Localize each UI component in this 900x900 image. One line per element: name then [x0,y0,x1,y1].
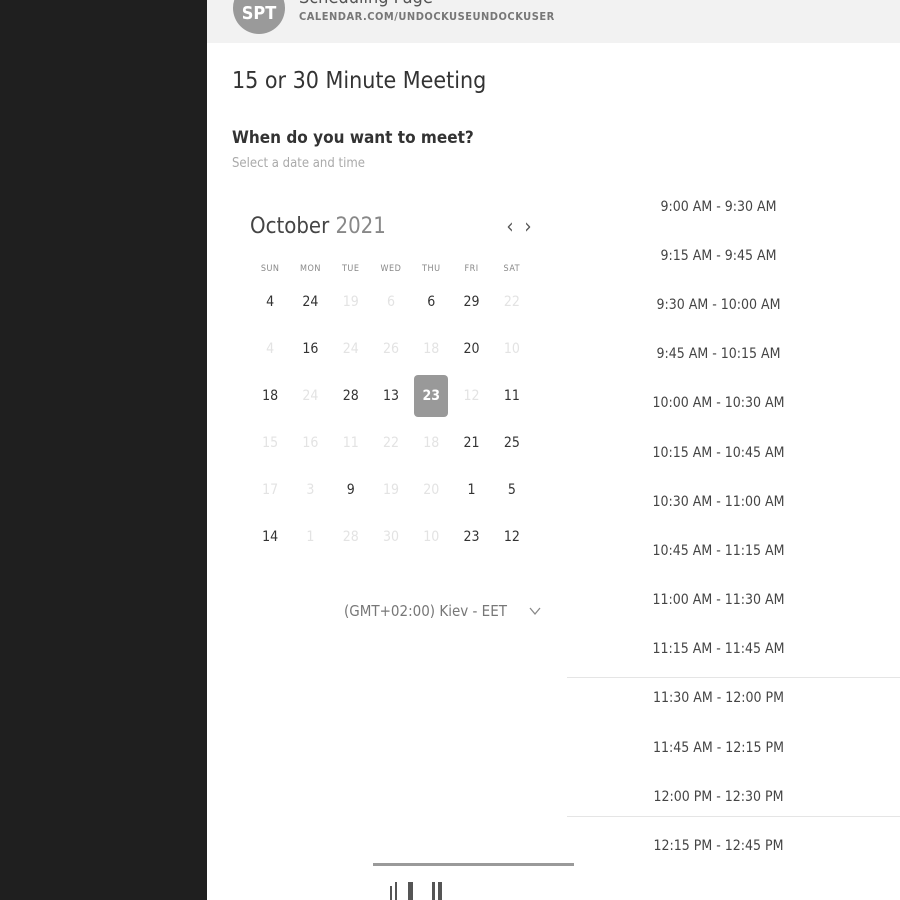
calendar-month-label: October 2021 [250,214,386,239]
calendar-day-disabled: 22 [503,293,520,310]
calendar-day[interactable]: 24 [290,278,330,325]
time-slot[interactable]: 11:45 AM - 12:15 PM [567,723,900,772]
weekday-label: FRI [464,264,479,274]
calendar-day[interactable]: 14 [250,513,290,560]
calendar-day[interactable]: 20 [451,325,491,372]
weekday-label: MON [299,264,321,274]
weekday-label: WED [380,264,402,274]
avatar: SPT [233,0,285,34]
calendar-day[interactable]: 21 [451,419,491,466]
scheduling-panel: SPT Scheduling Page CALENDAR.COM/UNDOCKU… [207,0,900,900]
month-name: October [250,214,330,239]
calendar-day-disabled: 24 [342,340,359,357]
chevron-left-icon[interactable]: ‹ [502,214,518,238]
calendar-day[interactable]: 13 [371,372,411,419]
calendar-day-disabled: 30 [382,528,399,545]
calendar-day[interactable]: 29 [451,278,491,325]
time-slot[interactable]: 10:15 AM - 10:45 AM [567,428,900,477]
meeting-hint: Select a date and time [232,156,365,171]
time-slot[interactable]: 10:30 AM - 11:00 AM [567,477,900,526]
calendar-week-row: 18 24 28 13 23 12 11 [250,372,532,419]
loading-bars-icon [390,880,470,900]
calendar-day-disabled: 3 [306,481,315,498]
time-slot[interactable]: 9:00 AM - 9:30 AM [567,182,900,231]
calendar-day-disabled: 16 [302,434,319,451]
calendar-day-disabled: 1 [306,528,315,545]
chevron-right-icon[interactable]: › [520,214,536,238]
time-slot[interactable]: 10:45 AM - 11:15 AM [567,526,900,575]
weekday-label: TUE [341,264,360,274]
calendar-week-row: 17 3 9 19 20 1 5 [250,466,532,513]
calendar-day-disabled: 18 [423,340,440,357]
calendar-day[interactable]: 12 [492,513,532,560]
page-title: Scheduling Page [299,0,433,8]
calendar-week-row: 15 16 11 22 18 21 25 [250,419,532,466]
time-slot-list: 9:00 AM - 9:30 AM 9:15 AM - 9:45 AM 9:30 A… [567,182,900,871]
calendar-day-disabled: 18 [423,434,440,451]
time-slot[interactable]: 11:30 AM - 12:00 PM [567,674,900,723]
calendar-day-disabled: 26 [382,340,399,357]
meeting-question: When do you want to meet? [232,128,474,148]
weekday-header: SUN MON TUE WED THU FRI SAT [250,264,532,274]
time-slot[interactable]: 11:15 AM - 11:45 AM [567,625,900,674]
calendar-day[interactable]: 16 [290,325,330,372]
selected-day-label[interactable]: 23 [414,374,449,417]
calendar-day-disabled: 15 [262,434,279,451]
calendar-day-disabled: 10 [503,340,520,357]
calendar-week-row: 14 1 28 30 10 23 12 [250,513,532,560]
calendar-day[interactable]: 9 [331,466,371,513]
calendar-day-disabled: 10 [423,528,440,545]
horizontal-scrollbar[interactable] [373,863,574,866]
weekday-label: THU [422,264,441,274]
calendar-day[interactable]: 4 [250,278,290,325]
calendar-grid: 4 24 19 6 6 29 22 4 16 24 26 18 20 10 18 24 28 13 23 12 11 15… [250,278,532,560]
timezone-select[interactable]: (GMT+02:00) Kiev - EET [344,602,507,620]
meeting-title: 15 or 30 Minute Meeting [232,68,487,94]
calendar-day[interactable]: 23 [451,513,491,560]
time-slot[interactable]: 11:00 AM - 11:30 AM [567,576,900,625]
page-header: SPT Scheduling Page CALENDAR.COM/UNDOCKU… [207,0,900,43]
calendar-week-row: 4 24 19 6 6 29 22 [250,278,532,325]
calendar-day[interactable]: 5 [492,466,532,513]
calendar-day-disabled: 6 [386,293,395,310]
time-slot[interactable]: 9:45 AM - 10:15 AM [567,330,900,379]
time-slot[interactable]: 12:15 PM - 12:45 PM [567,821,900,870]
calendar-week-row: 4 16 24 26 18 20 10 [250,325,532,372]
calendar-day-disabled: 28 [342,528,359,545]
calendar-day[interactable]: 11 [492,372,532,419]
time-slot[interactable]: 12:00 PM - 12:30 PM [567,772,900,821]
time-slot[interactable]: 9:15 AM - 9:45 AM [567,231,900,280]
calendar-day[interactable]: 6 [411,278,451,325]
calendar-day-disabled: 12 [463,387,480,404]
time-slot[interactable]: 10:00 AM - 10:30 AM [567,379,900,428]
calendar-day[interactable]: 28 [331,372,371,419]
calendar-day-disabled: 17 [262,481,279,498]
page-url: CALENDAR.COM/UNDOCKUSEUNDOCKUSER [299,10,555,23]
time-slot[interactable]: 9:30 AM - 10:00 AM [567,280,900,329]
calendar-day-disabled: 4 [266,340,275,357]
dark-sidebar [0,0,207,900]
calendar-day[interactable]: 1 [451,466,491,513]
year-name: 2021 [335,214,386,239]
weekday-label: SAT [503,264,521,274]
calendar-day[interactable]: 18 [250,372,290,419]
calendar-day-disabled: 20 [423,481,440,498]
calendar-day[interactable]: 25 [492,419,532,466]
weekday-label: SUN [260,264,280,274]
calendar-day-disabled: 19 [342,293,359,310]
calendar-day-selected[interactable]: 23 [411,372,451,419]
chevron-down-icon[interactable] [528,604,542,618]
calendar-day-disabled: 24 [302,387,319,404]
calendar-day-disabled: 22 [382,434,399,451]
calendar-day-disabled: 19 [382,481,399,498]
calendar-day-disabled: 11 [342,434,359,451]
